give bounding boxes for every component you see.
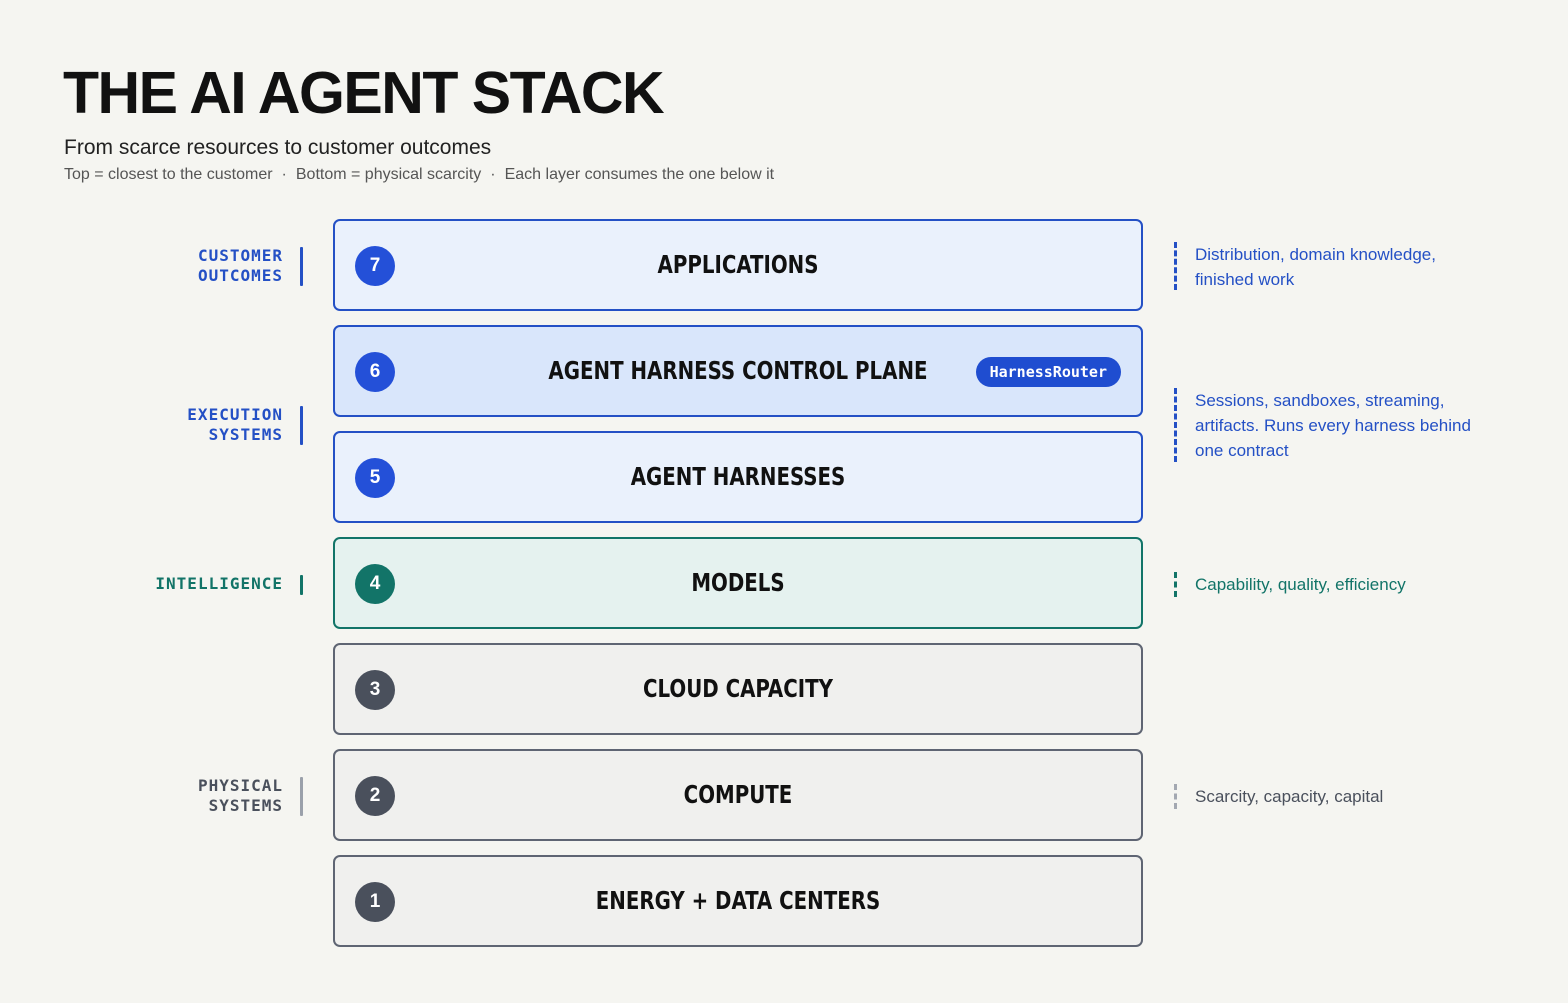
page-subtitle: From scarce resources to customer outcom…	[64, 136, 492, 159]
group-label-execution-systems: EXECUTION SYSTEMS	[187, 405, 283, 445]
group-label-customer-outcomes: CUSTOMER OUTCOMES	[198, 246, 283, 286]
group-label-line: EXECUTION	[187, 405, 283, 424]
page-title: THE AI AGENT STACK	[63, 60, 665, 126]
group-label-physical-systems: PHYSICAL SYSTEMS	[198, 776, 283, 816]
note-execution-systems: Sessions, sandboxes, streaming, artifact…	[1195, 388, 1495, 463]
layer-agent-harness-control-plane: 6 AGENT HARNESS CONTROL PLANE HarnessRou…	[333, 325, 1143, 417]
note-line: finished work	[1195, 270, 1295, 289]
layer-name: ENERGY + DATA CENTERS	[595, 886, 881, 915]
note-line: one contract	[1195, 441, 1289, 460]
layer-energy-data-centers: 1 ENERGY + DATA CENTERS	[333, 855, 1143, 947]
group-label-line: SYSTEMS	[208, 425, 283, 444]
group-label-line: SYSTEMS	[208, 796, 283, 815]
layer-name: APPLICATIONS	[657, 250, 819, 279]
layer-cloud-capacity: 3 CLOUD CAPACITY	[333, 643, 1143, 735]
harness-router-badge: HarnessRouter	[975, 357, 1121, 387]
note-line: Sessions, sandboxes, streaming,	[1195, 391, 1445, 410]
group-label-intelligence: INTELLIGENCE	[155, 574, 283, 594]
caption-part: Each layer consumes the one below it	[504, 166, 775, 183]
group-bar-physical-systems	[300, 777, 303, 816]
note-line: artifacts. Runs every harness behind	[1195, 416, 1471, 435]
layer-name: COMPUTE	[683, 780, 793, 809]
layer-applications: 7 APPLICATIONS	[333, 219, 1143, 311]
note-bar-physical-systems	[1174, 784, 1177, 809]
group-label-line: OUTCOMES	[197, 266, 283, 285]
note-line: Scarcity, capacity, capital	[1195, 787, 1384, 806]
note-line: Capability, quality, efficiency	[1195, 575, 1406, 594]
note-bar-execution-systems	[1174, 388, 1177, 462]
caption-separator: ·	[490, 166, 496, 183]
page-caption: Top = closest to the customer · Bottom = p…	[64, 165, 774, 185]
group-label-line: PHYSICAL	[197, 776, 283, 795]
group-label-line: INTELLIGENCE	[155, 574, 283, 593]
note-customer-outcomes: Distribution, domain knowledge, finished…	[1195, 242, 1495, 292]
layer-name: AGENT HARNESSES	[630, 462, 846, 491]
layer-name: CLOUD CAPACITY	[643, 674, 833, 703]
group-bar-customer-outcomes	[300, 247, 303, 286]
layer-name: MODELS	[691, 568, 785, 597]
caption-part: Top = closest to the customer	[64, 166, 273, 183]
layer-compute: 2 COMPUTE	[333, 749, 1143, 841]
note-line: Distribution, domain knowledge,	[1195, 245, 1436, 264]
layer-agent-harnesses: 5 AGENT HARNESSES	[333, 431, 1143, 523]
group-bar-execution-systems	[300, 406, 303, 445]
note-bar-intelligence	[1174, 572, 1177, 597]
layer-models: 4 MODELS	[333, 537, 1143, 629]
note-physical-systems: Scarcity, capacity, capital	[1195, 784, 1495, 809]
group-label-line: CUSTOMER	[197, 246, 283, 265]
note-bar-customer-outcomes	[1174, 242, 1177, 290]
caption-separator: ·	[281, 166, 287, 183]
group-bar-intelligence	[300, 575, 303, 595]
caption-part: Bottom = physical scarcity	[295, 166, 482, 183]
note-intelligence: Capability, quality, efficiency	[1195, 572, 1495, 597]
